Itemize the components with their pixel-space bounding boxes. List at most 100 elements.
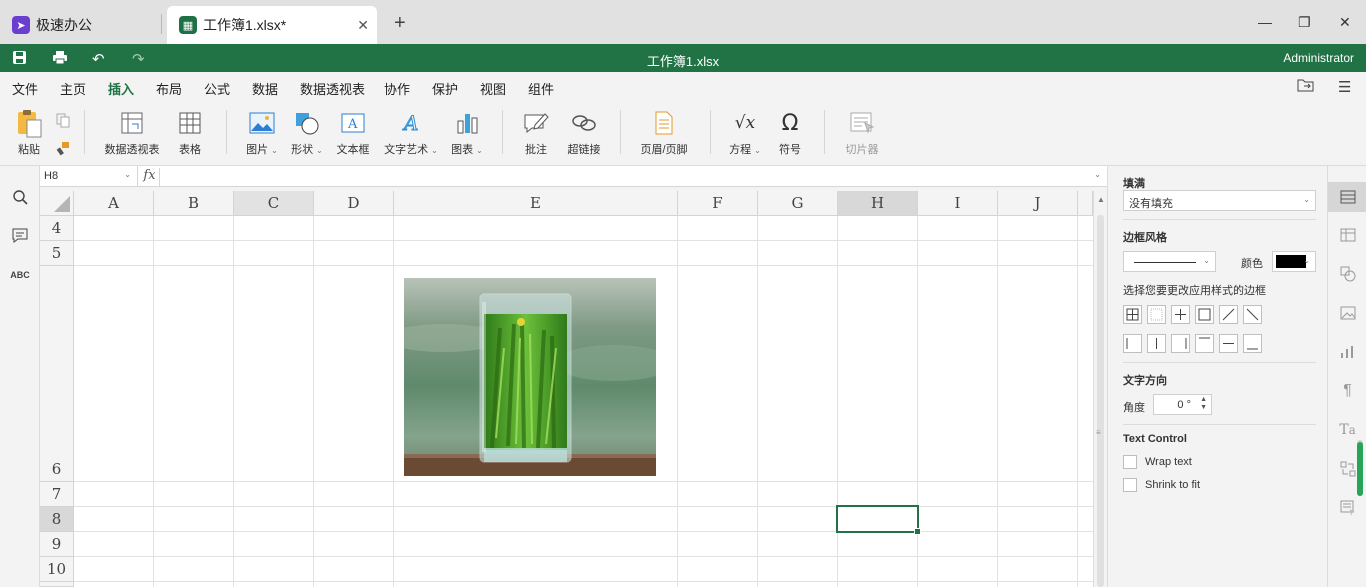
table-button[interactable]: 表格: [174, 110, 206, 157]
picture-button[interactable]: 图片 ⌄: [242, 110, 282, 157]
column-header-a[interactable]: A: [74, 191, 154, 216]
paragraph-settings-icon[interactable]: ¶: [1328, 376, 1366, 406]
select-all-corner[interactable]: [40, 191, 74, 216]
table-settings-icon[interactable]: [1328, 220, 1366, 250]
row-header-partial: [40, 582, 74, 587]
scroll-up-icon[interactable]: ▲: [1097, 195, 1105, 204]
paste-button[interactable]: 粘贴: [12, 110, 46, 157]
left-border-button[interactable]: [1123, 334, 1142, 353]
menu-components[interactable]: 组件: [528, 79, 554, 98]
close-tab-icon[interactable]: ✕: [357, 17, 369, 34]
wordart-button[interactable]: A 文字艺术 ⌄: [382, 110, 440, 157]
panel-scroll-indicator[interactable]: [1357, 440, 1363, 496]
bottom-border-button[interactable]: [1243, 334, 1262, 353]
row-header-7[interactable]: 7: [40, 482, 74, 507]
inner-vertical-border-button[interactable]: [1147, 334, 1166, 353]
row-header-8[interactable]: 8: [40, 507, 74, 532]
pivot-table-button[interactable]: 数据透视表: [100, 110, 164, 157]
border-color-picker[interactable]: ⌄: [1272, 251, 1316, 272]
hamburger-menu-icon[interactable]: ☰: [1338, 78, 1351, 96]
wordart-icon: A: [382, 110, 440, 136]
scrollbar-thumb[interactable]: [1097, 215, 1104, 587]
stepper-arrows-icon[interactable]: ▲ ▼: [1200, 396, 1207, 412]
shape-settings-icon[interactable]: [1328, 259, 1366, 289]
minimize-icon[interactable]: —: [1258, 14, 1272, 30]
row-header-9[interactable]: 9: [40, 532, 74, 557]
top-border-button[interactable]: [1195, 334, 1214, 353]
open-location-icon[interactable]: [1297, 78, 1314, 96]
user-name[interactable]: Administrator: [1283, 51, 1354, 65]
comment-panel-icon[interactable]: [9, 224, 31, 246]
tab-workbook[interactable]: ▦ 工作簿1.xlsx* ✕: [167, 6, 377, 44]
row-header-6[interactable]: 6: [40, 266, 74, 482]
menu-pivot-table[interactable]: 数据透视表: [300, 79, 365, 98]
chart-button[interactable]: 图表 ⌄: [448, 110, 486, 157]
shape-button[interactable]: 形状 ⌄: [288, 110, 326, 157]
wrap-text-checkbox[interactable]: [1123, 455, 1137, 469]
angle-stepper[interactable]: 0 ° ▲ ▼: [1153, 394, 1212, 415]
function-icon[interactable]: fx: [140, 168, 160, 186]
header-footer-button[interactable]: 页眉/页脚: [636, 110, 692, 157]
svg-text:A: A: [402, 111, 418, 135]
column-header-c[interactable]: C: [234, 191, 314, 216]
symbol-button[interactable]: Ω 符号: [774, 110, 806, 157]
column-header-b[interactable]: B: [154, 191, 234, 216]
ribbon-divider: [710, 110, 711, 154]
menu-protect[interactable]: 保护: [432, 79, 458, 98]
name-box[interactable]: H8 ⌄: [40, 166, 138, 187]
column-header-i[interactable]: I: [918, 191, 998, 216]
inner-horizontal-border-button[interactable]: [1219, 334, 1238, 353]
hyperlink-button[interactable]: 超链接: [564, 110, 604, 157]
menu-layout[interactable]: 布局: [156, 79, 182, 98]
fill-select[interactable]: 没有填充 ⌄: [1123, 190, 1316, 211]
expand-formula-icon[interactable]: ⌄: [1094, 170, 1101, 179]
menu-insert[interactable]: 插入: [108, 79, 135, 104]
restore-icon[interactable]: ❐: [1298, 14, 1311, 31]
format-painter-button[interactable]: [54, 140, 72, 161]
inner-borders-button[interactable]: [1171, 305, 1190, 324]
menu-formula[interactable]: 公式: [204, 79, 230, 98]
selected-cell-h8[interactable]: [836, 505, 921, 535]
column-header-j[interactable]: J: [998, 191, 1078, 216]
image-settings-icon[interactable]: [1328, 298, 1366, 328]
outer-border-button[interactable]: [1195, 305, 1214, 324]
comment-button[interactable]: 批注: [518, 110, 554, 157]
search-icon[interactable]: [9, 186, 31, 208]
formula-input[interactable]: [164, 168, 1084, 185]
right-border-button[interactable]: [1171, 334, 1190, 353]
column-header-e[interactable]: E: [394, 191, 678, 216]
copy-button[interactable]: [54, 112, 72, 133]
column-header-d[interactable]: D: [314, 191, 394, 216]
row-header-10[interactable]: 10: [40, 557, 74, 582]
textbox-button[interactable]: A 文本框: [334, 110, 372, 157]
column-header-f[interactable]: F: [678, 191, 758, 216]
equation-button[interactable]: √ x 方程 ⌄: [726, 110, 764, 157]
menu-view[interactable]: 视图: [480, 79, 506, 98]
gridline: [74, 240, 1093, 241]
menu-data[interactable]: 数据: [252, 79, 278, 98]
cell-settings-icon[interactable]: [1328, 182, 1366, 212]
inserted-tea-glass-image[interactable]: [404, 278, 656, 476]
diagonal-up-border-button[interactable]: [1219, 305, 1238, 324]
column-header-g[interactable]: G: [758, 191, 838, 216]
spell-check-icon[interactable]: ABC: [9, 264, 31, 286]
close-window-icon[interactable]: ✕: [1339, 14, 1351, 31]
menu-file[interactable]: 文件: [12, 79, 38, 98]
row-header-4[interactable]: 4: [40, 216, 74, 241]
border-line-style-select[interactable]: ⌄: [1123, 251, 1216, 272]
all-borders-button[interactable]: [1123, 305, 1142, 324]
vertical-scrollbar[interactable]: ▲ ≡: [1093, 191, 1107, 587]
new-tab-button[interactable]: +: [394, 12, 406, 35]
slicer-button[interactable]: 切片器: [840, 110, 884, 157]
slicer-settings-icon[interactable]: [1328, 493, 1366, 523]
menu-home[interactable]: 主页: [60, 79, 86, 98]
no-borders-button[interactable]: [1147, 305, 1166, 324]
chart-settings-icon[interactable]: [1328, 337, 1366, 367]
tab-app-home[interactable]: ➤ 极速办公: [0, 6, 160, 44]
shrink-to-fit-checkbox[interactable]: [1123, 478, 1137, 492]
column-header-h[interactable]: H: [838, 191, 918, 216]
menu-collaborate[interactable]: 协作: [384, 79, 410, 98]
diagonal-down-border-button[interactable]: [1243, 305, 1262, 324]
row-header-5[interactable]: 5: [40, 241, 74, 266]
spreadsheet-grid[interactable]: A B C D E F G H I J 4 5 6 7 8 9 10: [40, 191, 1093, 587]
